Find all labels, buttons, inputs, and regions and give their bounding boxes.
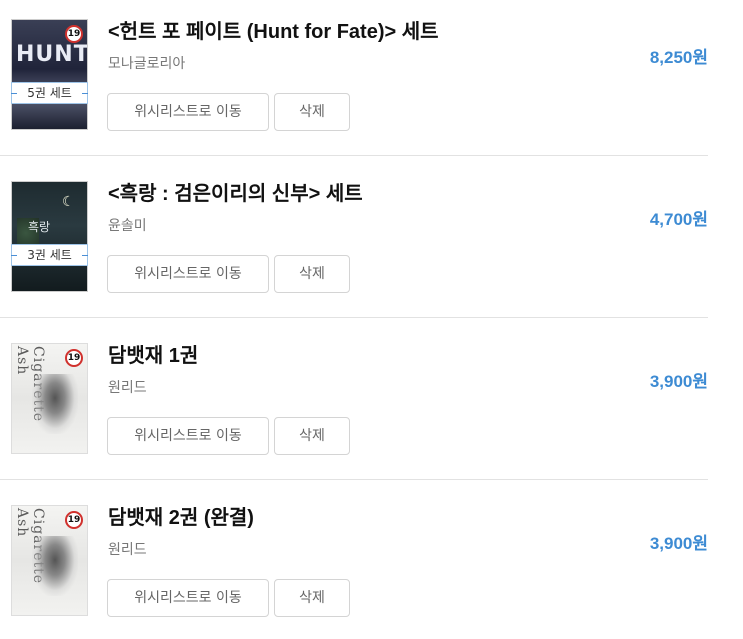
book-author[interactable]: 원리드 [108, 377, 147, 397]
cart-item: ☾ 흑랑 3권 세트 <흑랑 : 검은이리의 신부> 세트 윤솔미 4,700원… [0, 162, 710, 324]
book-title[interactable]: 담뱃재 1권 [108, 339, 198, 368]
ink-art [32, 536, 78, 596]
book-price: 3,900원 [649, 534, 708, 553]
delete-button[interactable]: 삭제 [274, 579, 350, 617]
cart-item-list: HUNT 19 5권 세트 <헌트 포 페이트 (Hunt for Fate)>… [0, 0, 743, 639]
move-to-wishlist-button[interactable]: 위시리스트로 이동 [107, 579, 269, 617]
move-to-wishlist-button[interactable]: 위시리스트로 이동 [107, 255, 269, 293]
book-author[interactable]: 원리드 [108, 539, 147, 559]
book-cover[interactable]: Cigarette Ash 19 [11, 505, 88, 616]
book-cover[interactable]: HUNT 19 [11, 19, 88, 130]
book-cover[interactable]: Cigarette Ash 19 [11, 343, 88, 454]
delete-button[interactable]: 삭제 [274, 255, 350, 293]
age-19-icon: 19 [65, 349, 83, 367]
divider [0, 479, 708, 480]
book-cover[interactable]: ☾ 흑랑 [11, 181, 88, 292]
delete-button[interactable]: 삭제 [274, 417, 350, 455]
age-19-icon: 19 [65, 511, 83, 529]
book-title[interactable]: <헌트 포 페이트 (Hunt for Fate)> 세트 [108, 15, 439, 44]
delete-button[interactable]: 삭제 [274, 93, 350, 131]
cart-item: HUNT 19 5권 세트 <헌트 포 페이트 (Hunt for Fate)>… [0, 0, 710, 162]
ink-art [32, 374, 78, 434]
cover-title-art: HUNT [16, 42, 88, 67]
move-to-wishlist-button[interactable]: 위시리스트로 이동 [107, 417, 269, 455]
set-count-badge: 5권 세트 [11, 82, 88, 104]
divider [0, 317, 708, 318]
cover-title-art: 흑랑 [28, 220, 51, 234]
age-19-icon: 19 [65, 25, 83, 43]
book-author[interactable]: 모나글로리아 [108, 53, 185, 73]
set-count-badge: 3권 세트 [11, 244, 88, 266]
book-price: 4,700원 [649, 210, 708, 229]
cart-item: Cigarette Ash 19 담뱃재 1권 원리드 3,900원 위시리스트… [0, 324, 710, 486]
book-price: 3,900원 [649, 372, 708, 391]
book-title[interactable]: <흑랑 : 검은이리의 신부> 세트 [108, 177, 363, 206]
divider [0, 155, 708, 156]
book-price: 8,250원 [649, 48, 708, 67]
cart-item: Cigarette Ash 19 담뱃재 2권 (완결) 원리드 3,900원 … [0, 486, 710, 639]
moon-icon: ☾ [62, 194, 75, 210]
book-title[interactable]: 담뱃재 2권 (완결) [108, 501, 254, 530]
move-to-wishlist-button[interactable]: 위시리스트로 이동 [107, 93, 269, 131]
book-author[interactable]: 윤솔미 [108, 215, 147, 235]
